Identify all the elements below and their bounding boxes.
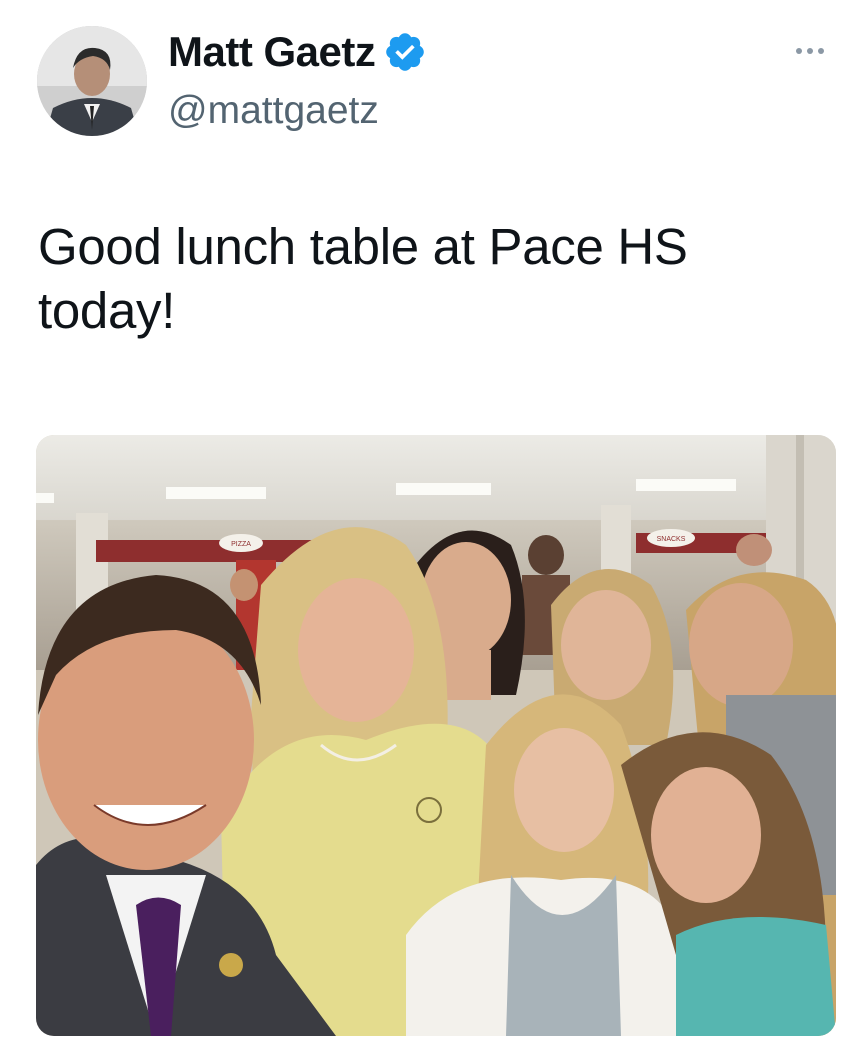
snacks-sign: SNACKS [657,536,686,543]
author-display-name[interactable]: Matt Gaetz [168,28,376,76]
avatar-photo-icon [37,26,147,136]
tweet-text-line: Good lunch table at Pace HS [38,218,688,275]
selfie-photo-icon: PIZZA SNACKS [36,435,836,1036]
tweet-photo[interactable]: PIZZA SNACKS [36,435,836,1036]
author-name-row: Matt Gaetz [168,28,427,76]
tweet-text: Good lunch table at Pace HS today! [38,215,838,343]
more-options-icon[interactable] [792,44,828,58]
more-dot [807,48,813,54]
tweet-card: Matt Gaetz @mattgaetz Good lunch table a… [0,0,856,1062]
author-handle[interactable]: @mattgaetz [168,88,379,134]
verified-badge-icon [383,30,427,74]
pizza-sign: PIZZA [231,541,251,548]
avatar[interactable] [37,26,147,136]
more-dot [796,48,802,54]
more-dot [818,48,824,54]
tweet-text-line: today! [38,282,176,339]
